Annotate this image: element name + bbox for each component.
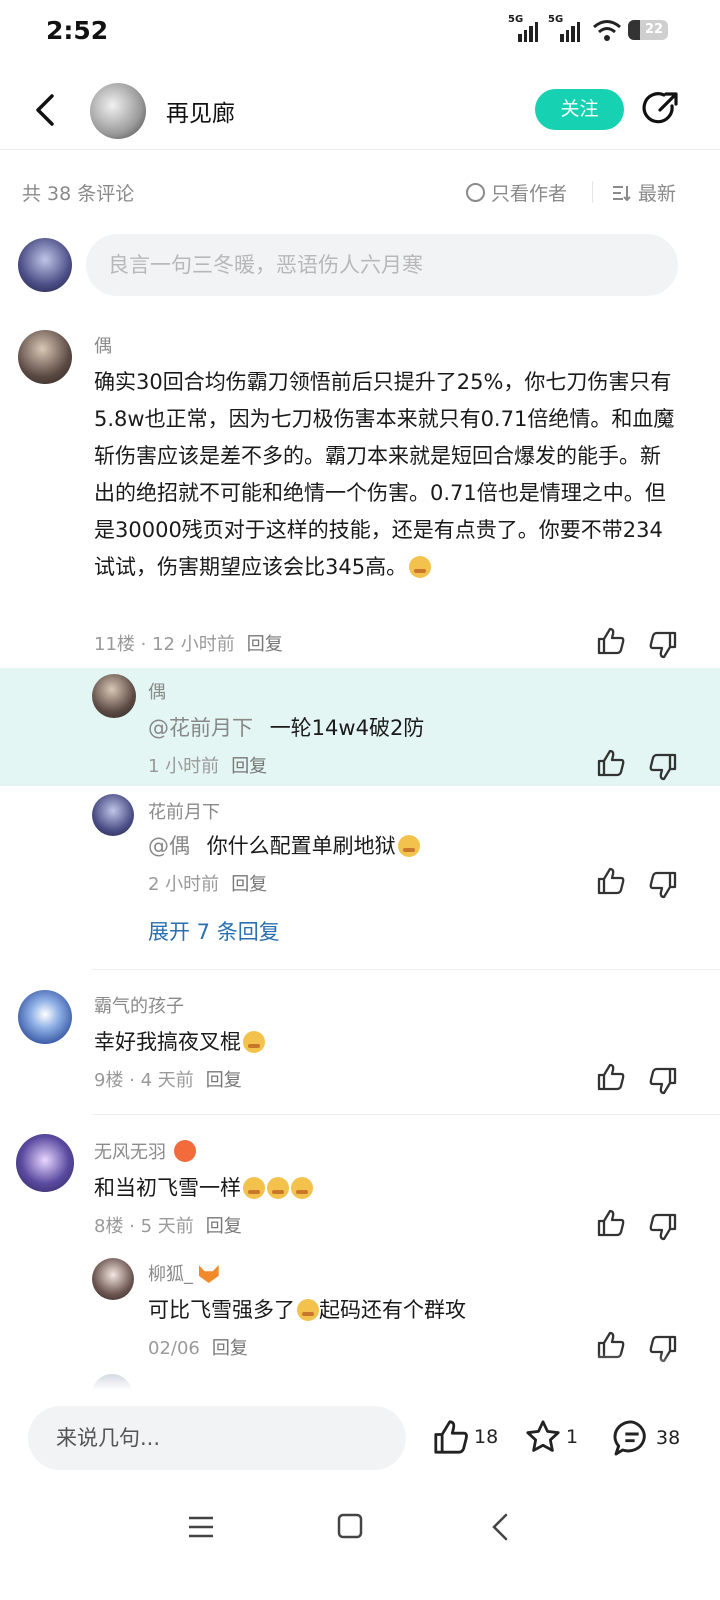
comments-button[interactable]: 38 bbox=[612, 1418, 680, 1458]
author-only-label: 只看作者 bbox=[491, 183, 568, 205]
share-icon[interactable] bbox=[642, 90, 680, 128]
comment-meta: 11楼 · 12 小时前 回复 bbox=[94, 634, 283, 655]
divider bbox=[92, 969, 720, 970]
thumbs-up-icon[interactable] bbox=[596, 1062, 626, 1092]
avatar[interactable] bbox=[92, 674, 136, 718]
comment-meta: 8楼 · 5 天前 回复 bbox=[94, 1216, 242, 1237]
crying-emoji-icon bbox=[409, 556, 432, 578]
back-arrow-icon[interactable] bbox=[30, 92, 62, 128]
comment-count: 共 38 条评论 bbox=[22, 183, 135, 205]
comment-username[interactable]: 偶 bbox=[94, 332, 112, 358]
laugh-emoji-icon bbox=[243, 1177, 265, 1199]
divider bbox=[592, 181, 593, 203]
comment-username[interactable]: 无风无羽 bbox=[94, 1138, 196, 1164]
avatar[interactable] bbox=[92, 794, 134, 836]
post-header: 再见廊 关注 bbox=[0, 70, 720, 150]
sort-button[interactable]: 最新 bbox=[612, 179, 676, 206]
thumbs-up-icon[interactable] bbox=[596, 1208, 626, 1238]
like-count: 18 bbox=[474, 1426, 499, 1448]
reply-text: 可比飞雪强多了 起码还有个群攻 bbox=[148, 1298, 466, 1322]
reply-username[interactable]: 花前月下 bbox=[148, 798, 220, 824]
author-only-toggle[interactable]: 只看作者 bbox=[466, 179, 567, 206]
thumbs-down-icon[interactable] bbox=[648, 1212, 678, 1242]
signal-icon-2: 5G bbox=[548, 14, 580, 42]
author-name[interactable]: 再见廊 bbox=[166, 94, 235, 128]
thumbs-up-icon[interactable] bbox=[596, 748, 626, 778]
reply-button[interactable]: 回复 bbox=[231, 756, 267, 777]
status-bar: 2:52 5G 5G 22 bbox=[0, 0, 720, 66]
comment-bubble-icon bbox=[613, 1420, 646, 1456]
reply-button[interactable]: 回复 bbox=[206, 1070, 242, 1091]
my-avatar[interactable] bbox=[18, 238, 72, 292]
avatar[interactable] bbox=[16, 1134, 74, 1192]
laugh-emoji-icon bbox=[297, 1299, 319, 1321]
reply-text: @花前月下 一轮14w4破2防 bbox=[148, 716, 425, 740]
avatar[interactable] bbox=[92, 1258, 134, 1300]
mention[interactable]: @偶 bbox=[148, 834, 190, 858]
status-icons: 5G 5G 22 bbox=[508, 14, 668, 42]
fox-emoji-icon bbox=[198, 1265, 219, 1283]
scroll-fade bbox=[0, 1352, 720, 1390]
reply-button[interactable]: 回复 bbox=[247, 634, 283, 655]
laugh-emoji-icon bbox=[267, 1177, 289, 1199]
avatar[interactable] bbox=[18, 330, 72, 384]
radio-circle-icon bbox=[466, 183, 485, 202]
game-badge-icon bbox=[173, 1140, 196, 1162]
like-button[interactable]: 18 bbox=[432, 1418, 498, 1456]
reply-meta: 2 小时前 回复 bbox=[148, 874, 268, 895]
signal-icon: 5G bbox=[508, 14, 538, 42]
status-time: 2:52 bbox=[46, 16, 109, 45]
thumbs-up-icon bbox=[434, 1420, 468, 1454]
say-something-input[interactable]: 来说几句... bbox=[28, 1406, 406, 1470]
author-avatar[interactable] bbox=[90, 83, 146, 139]
thumbs-up-icon[interactable] bbox=[596, 626, 626, 656]
thumbs-down-icon[interactable] bbox=[648, 870, 678, 900]
reply-text: @偶 你什么配置单刷地狱 bbox=[148, 828, 420, 865]
expand-replies-button[interactable]: 展开 7 条回复 bbox=[148, 916, 280, 946]
comment-input[interactable] bbox=[86, 234, 678, 296]
reply-meta: 1 小时前 回复 bbox=[148, 756, 268, 777]
thumbs-down-icon[interactable] bbox=[648, 752, 678, 782]
reply-username[interactable]: 偶 bbox=[148, 678, 166, 704]
thumbs-down-icon[interactable] bbox=[648, 630, 678, 660]
bottom-action-bar: 来说几句... 18 1 38 bbox=[0, 1390, 720, 1490]
sort-icon bbox=[613, 185, 631, 201]
sort-label: 最新 bbox=[638, 183, 677, 205]
star-count: 1 bbox=[566, 1426, 579, 1448]
thumbs-up-icon[interactable] bbox=[596, 866, 626, 896]
comment-total: 38 bbox=[656, 1427, 681, 1449]
back-icon[interactable] bbox=[488, 1512, 512, 1542]
avatar[interactable] bbox=[18, 990, 72, 1044]
follow-button[interactable]: 关注 bbox=[535, 89, 624, 130]
menu-icon[interactable] bbox=[186, 1514, 216, 1540]
network-type: 5G bbox=[508, 14, 524, 25]
network-type-2: 5G bbox=[548, 14, 564, 25]
comment-username[interactable]: 霸气的孩子 bbox=[94, 992, 184, 1018]
laugh-emoji-icon bbox=[291, 1177, 313, 1199]
favorite-button[interactable]: 1 bbox=[524, 1418, 578, 1456]
laugh-emoji-icon bbox=[397, 835, 420, 857]
reply-button[interactable]: 回复 bbox=[231, 874, 267, 895]
comment-text: 确实30回合均伤霸刀领悟前后只提升了25%，你七刀伤害只有5.8w也正常，因为七… bbox=[94, 370, 675, 579]
reply-username[interactable]: 柳狐_ bbox=[148, 1260, 219, 1286]
thumbs-down-icon[interactable] bbox=[648, 1066, 678, 1096]
home-icon[interactable] bbox=[336, 1512, 364, 1540]
comment-compose bbox=[0, 232, 720, 298]
battery-icon: 22 bbox=[628, 20, 668, 40]
wifi-icon bbox=[593, 20, 621, 41]
reply-button[interactable]: 回复 bbox=[206, 1216, 242, 1237]
drool-emoji-icon bbox=[243, 1031, 265, 1053]
comment-meta: 9楼 · 4 天前 回复 bbox=[94, 1070, 242, 1091]
comment-text: 幸好我搞夜叉棍 bbox=[94, 1024, 265, 1061]
comment-filter-bar: 共 38 条评论 只看作者 最新 bbox=[0, 165, 720, 217]
star-icon bbox=[526, 1420, 560, 1452]
divider bbox=[92, 1114, 720, 1115]
system-nav-bar bbox=[0, 1490, 720, 1600]
mention[interactable]: @花前月下 bbox=[148, 716, 253, 740]
comment-text: 和当初飞雪一样 bbox=[94, 1170, 313, 1207]
